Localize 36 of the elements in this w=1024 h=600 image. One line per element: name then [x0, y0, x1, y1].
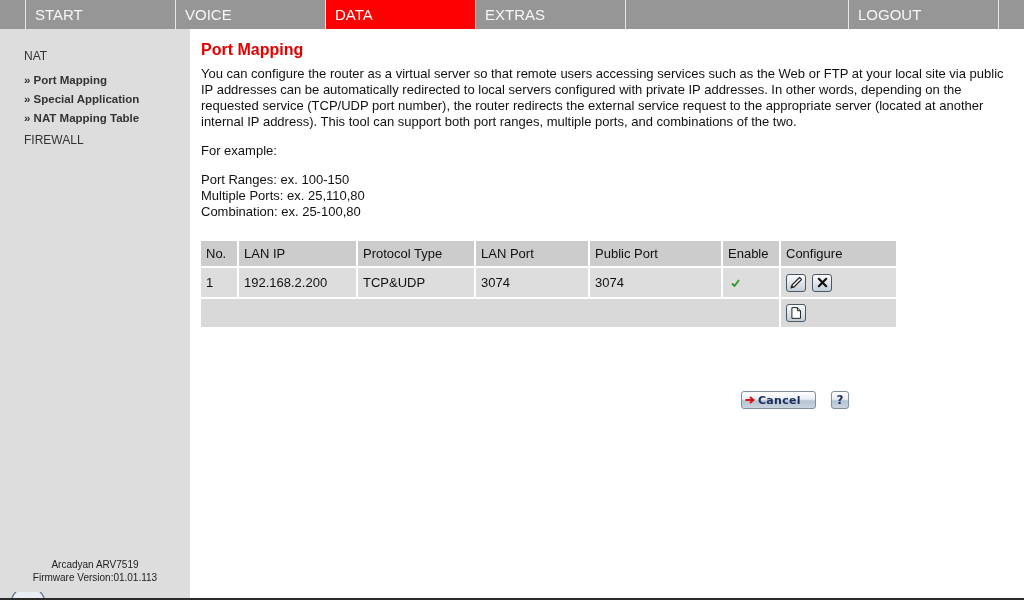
- table-header-cell: LAN IP: [238, 241, 357, 267]
- table-header-cell: Enable: [722, 241, 780, 267]
- delete-button[interactable]: [812, 273, 832, 292]
- cancel-button[interactable]: Cancel: [741, 391, 816, 409]
- table-cell: TCP&UDP: [357, 267, 475, 298]
- circle-outline-icon: [10, 592, 46, 598]
- table-cell: 3074: [589, 267, 722, 298]
- table-header-cell: No.: [201, 241, 238, 267]
- table-header-cell: Protocol Type: [357, 241, 475, 267]
- sidebar-item[interactable]: » Special Application: [24, 92, 140, 106]
- sidebar-section[interactable]: FIREWALL: [24, 133, 84, 148]
- table-cell: 1: [201, 267, 238, 298]
- document-icon: [791, 307, 801, 319]
- table-cell: 192.168.2.200: [238, 267, 357, 298]
- example-text: Combination: ex. 25-100,80: [201, 204, 361, 220]
- table-header-cell: Public Port: [589, 241, 722, 267]
- pencil-icon: [789, 275, 803, 290]
- device-model: Arcadyan ARV7519: [51, 558, 139, 571]
- sidebar-section[interactable]: NAT: [24, 49, 48, 64]
- table-header-cell: Configure: [780, 241, 897, 267]
- help-button[interactable]: ?: [831, 391, 849, 409]
- sidebar-item[interactable]: » Port Mapping: [24, 73, 108, 87]
- example-text: Port Ranges: ex. 100-150: [201, 172, 350, 188]
- sidebar-item[interactable]: » NAT Mapping Table: [24, 111, 140, 125]
- arrow-icon: [745, 396, 755, 404]
- edit-button[interactable]: [786, 273, 806, 292]
- nav-tab[interactable]: DATA: [325, 0, 475, 29]
- add-button[interactable]: [786, 304, 806, 322]
- close-icon: [816, 277, 828, 288]
- page-title: Port Mapping: [201, 40, 305, 60]
- example-text: Multiple Ports: ex. 25,110,80: [201, 188, 365, 204]
- description-text: You can configure the router as a virtual server so that remote users accessing services such as the Web or FTP at your local site via public IP addresses can be automatically redirected to local servers configured with private IP addresses. In other words, depending on the requested service (TCP/UDP port number), the router redirects the external service request to the appropriate server (located at another internal IP address). This tool can support both port ranges, multiple ports, and combinations of the two.: [201, 66, 1005, 130]
- firmware-version: Firmware Version:01.01.113: [32, 571, 158, 584]
- table-header-cell: LAN Port: [475, 241, 589, 267]
- example-heading: For example:: [201, 143, 277, 159]
- table-cell: 3074: [475, 267, 589, 298]
